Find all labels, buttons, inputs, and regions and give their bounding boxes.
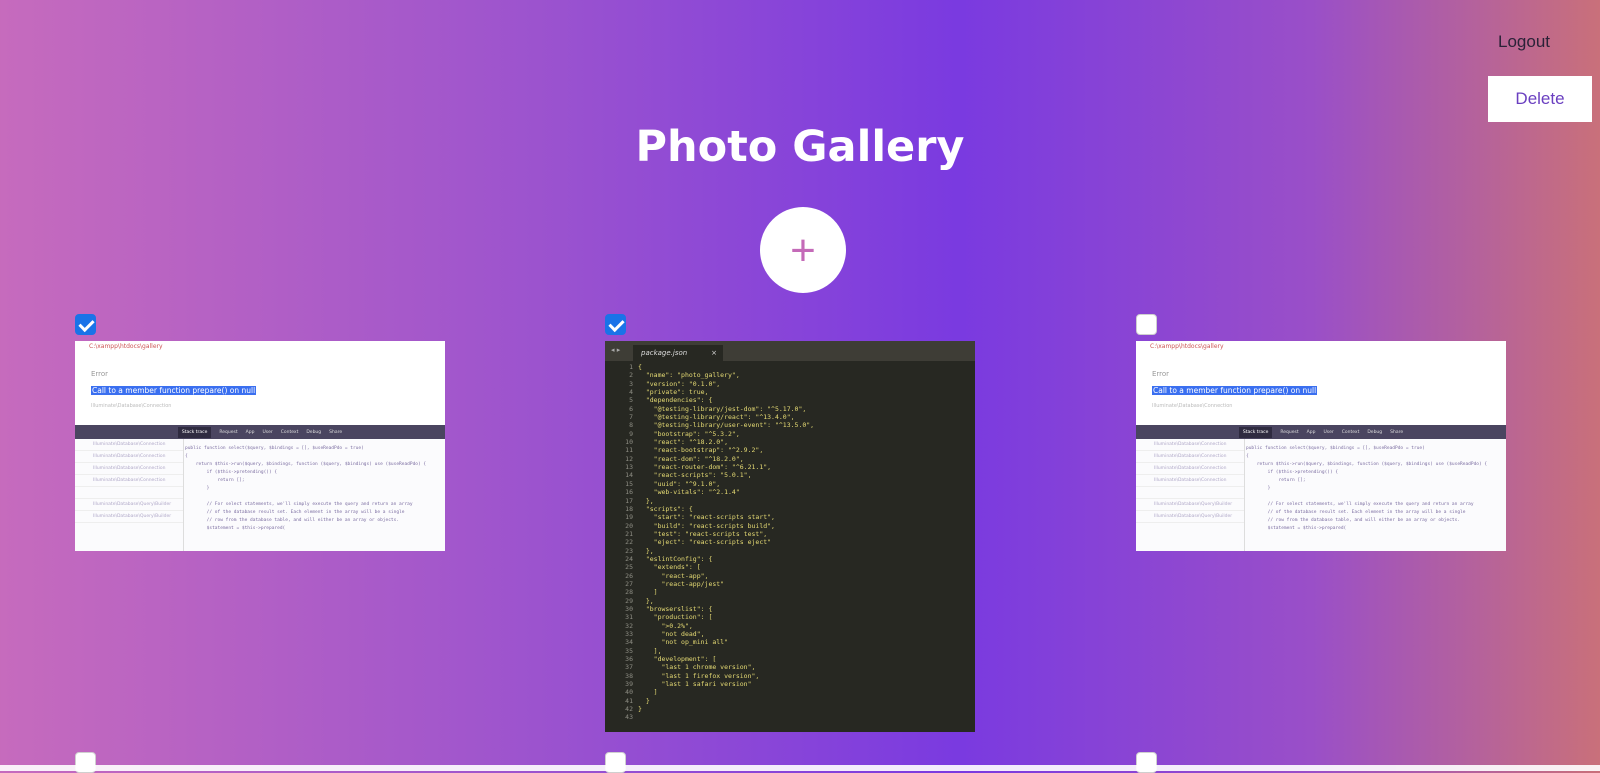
nav-arrows-icon: ◂ ▸ bbox=[611, 346, 621, 354]
stack-frames: Illuminate\Database\Connection Illuminate… bbox=[75, 439, 184, 551]
delete-button[interactable]: Delete bbox=[1488, 76, 1592, 122]
debug-tab: Stack trace bbox=[1238, 426, 1273, 438]
stack-frame: Illuminate\Database\Query\Builder bbox=[75, 499, 183, 511]
line-numbers: 1 2 3 4 5 6 7 8 9 10 11 12 13 14 15 16 1… bbox=[625, 363, 633, 722]
stack-frame: Illuminate\Database\Query\Builder bbox=[1136, 511, 1244, 523]
editor-tab: package.json × bbox=[633, 345, 723, 361]
error-path: C:\xampp\htdocs\gallery bbox=[1150, 343, 1224, 350]
debug-tab: App bbox=[245, 429, 255, 435]
stack-frames: Illuminate\Database\Connection Illuminate… bbox=[1136, 439, 1245, 551]
debug-tab: Context bbox=[280, 429, 299, 435]
debug-tab: Stack trace bbox=[177, 426, 212, 438]
stack-frame: Illuminate\Database\Connection bbox=[75, 439, 183, 451]
photo-checkbox[interactable] bbox=[605, 314, 626, 335]
code-snippet: public function select($query, $bindings… bbox=[185, 446, 427, 531]
close-icon: × bbox=[711, 349, 717, 357]
stack-frame: Illuminate\Database\Connection bbox=[75, 475, 183, 487]
error-label: Error bbox=[91, 370, 109, 378]
debug-tab: Debug bbox=[306, 429, 322, 435]
error-label: Error bbox=[1152, 370, 1170, 378]
debug-tab: Context bbox=[1341, 429, 1360, 435]
photo-checkbox[interactable] bbox=[1136, 752, 1157, 773]
photo-checkbox[interactable] bbox=[75, 314, 96, 335]
stack-frame: Illuminate\Database\Connection bbox=[1136, 439, 1244, 451]
error-source: Illuminate\Database\Connection bbox=[1152, 403, 1233, 409]
debug-tab: User bbox=[262, 429, 273, 435]
stack-frame bbox=[1136, 487, 1244, 499]
photo-checkbox[interactable] bbox=[75, 752, 96, 773]
debug-tab: User bbox=[1323, 429, 1334, 435]
photo-checkbox[interactable] bbox=[605, 752, 626, 773]
error-message: Call to a member function prepare() on n… bbox=[91, 386, 257, 395]
error-source: Illuminate\Database\Connection bbox=[91, 403, 172, 409]
debug-tab: Share bbox=[329, 429, 343, 435]
stack-frame bbox=[75, 487, 183, 499]
editor-tabbar: ◂ ▸ package.json × bbox=[605, 341, 975, 361]
photo-thumbnail[interactable]: ◂ ▸ package.json × 1 2 3 4 5 6 7 8 9 10 1… bbox=[605, 341, 975, 732]
error-path: C:\xampp\htdocs\gallery bbox=[89, 343, 163, 350]
debug-tab: Debug bbox=[1367, 429, 1383, 435]
photo-checkbox[interactable] bbox=[1136, 314, 1157, 335]
error-message: Call to a member function prepare() on n… bbox=[1152, 386, 1318, 395]
debug-tab: Request bbox=[219, 429, 238, 435]
debug-tab: Share bbox=[1390, 429, 1404, 435]
stack-frame: Illuminate\Database\Connection bbox=[1136, 475, 1244, 487]
stack-frame: Illuminate\Database\Query\Builder bbox=[1136, 499, 1244, 511]
stack-panel: Illuminate\Database\Connection Illuminate… bbox=[75, 439, 445, 551]
code-snippet: public function select($query, $bindings… bbox=[1246, 446, 1488, 531]
page-title: Photo Gallery bbox=[635, 122, 965, 172]
debug-tab: App bbox=[1306, 429, 1316, 435]
code-text: { "name": "photo_gallery", "version": "0… bbox=[638, 363, 815, 714]
stack-frame: Illuminate\Database\Query\Builder bbox=[75, 511, 183, 523]
stack-frame: Illuminate\Database\Connection bbox=[75, 463, 183, 475]
stack-frame: Illuminate\Database\Connection bbox=[1136, 463, 1244, 475]
debug-tab: Request bbox=[1280, 429, 1299, 435]
stack-frame: Illuminate\Database\Connection bbox=[1136, 451, 1244, 463]
editor-tab-label: package.json bbox=[641, 349, 688, 357]
debug-tabs: Stack trace Request App User Context Debug Sha… bbox=[75, 425, 445, 439]
logout-button[interactable]: Logout bbox=[1490, 28, 1558, 56]
stack-frame: Illuminate\Database\Connection bbox=[75, 451, 183, 463]
debug-tabs: Stack trace Request App User Context Debug Sha… bbox=[1136, 425, 1506, 439]
photo-thumbnail[interactable]: C:\xampp\htdocs\gallery Error Call to a … bbox=[1136, 341, 1506, 551]
add-photo-button[interactable]: + bbox=[760, 207, 846, 293]
plus-icon: + bbox=[790, 226, 816, 275]
photo-thumbnail[interactable]: C:\xampp\htdocs\gallery Error Call to a … bbox=[75, 341, 445, 551]
stack-panel: Illuminate\Database\Connection Illuminate… bbox=[1136, 439, 1506, 551]
